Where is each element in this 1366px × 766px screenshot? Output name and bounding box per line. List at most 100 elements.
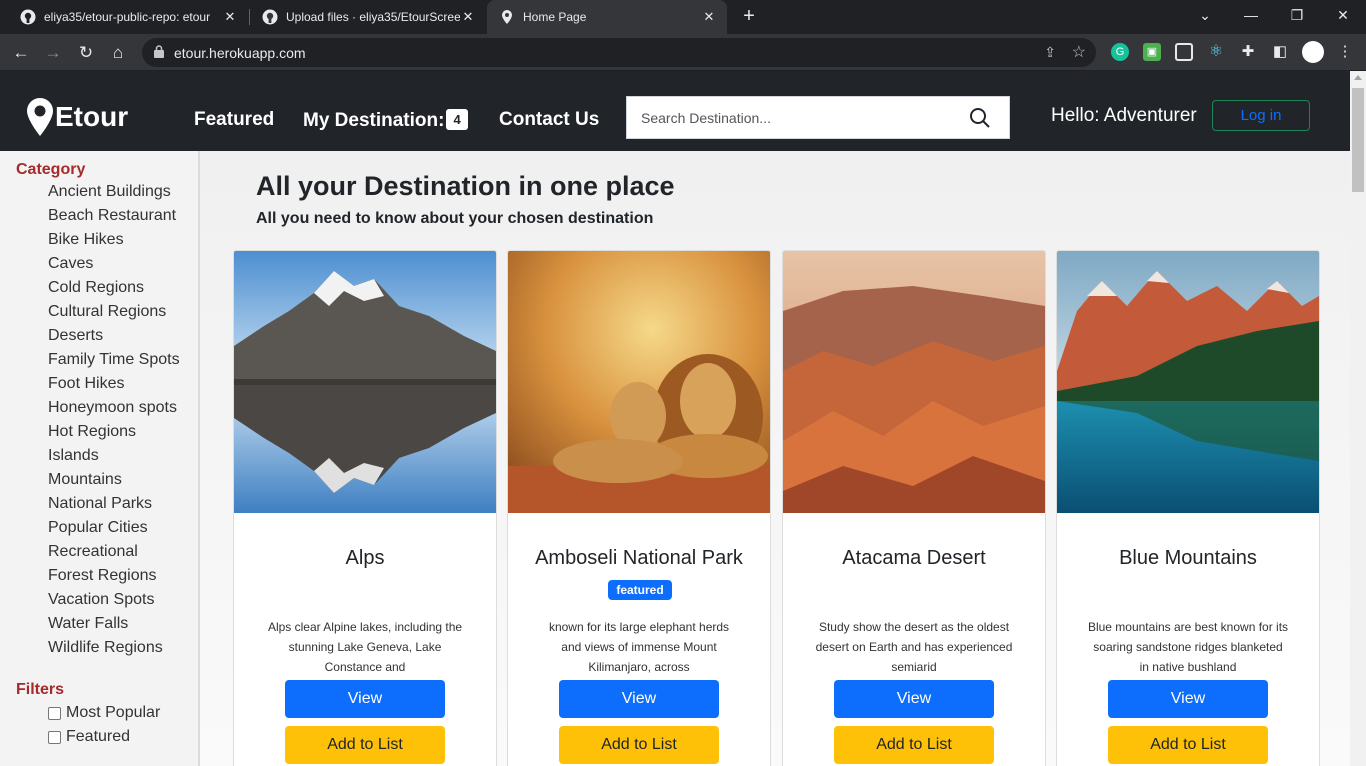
category-item[interactable]: Caves (48, 255, 93, 273)
view-button[interactable]: View (559, 680, 719, 718)
category-item[interactable]: Foot Hikes (48, 375, 124, 393)
site-logo[interactable]: Etour (26, 97, 128, 137)
logo-text: Etour (55, 101, 129, 132)
browser-tab-home-page[interactable]: Home Page ✕ (487, 0, 727, 34)
browser-tab-upload-files[interactable]: Upload files · eliya35/EtourScreen ✕ (250, 0, 486, 34)
category-heading: Category (16, 161, 86, 178)
back-icon[interactable]: ← (8, 40, 34, 66)
card-description: Study show the desert as the oldest dese… (815, 620, 1013, 674)
url-text: etour.herokuapp.com (174, 45, 306, 61)
bookmark-star-icon[interactable]: ☆ (1072, 42, 1086, 62)
location-pin-icon (27, 98, 53, 136)
card-description: known for its large elephant herds and v… (548, 620, 730, 674)
login-button[interactable]: Log in (1212, 100, 1310, 131)
forward-icon[interactable]: → (40, 40, 66, 66)
home-icon[interactable]: ⌂ (105, 40, 131, 66)
tab-title: Home Page (523, 10, 587, 24)
side-panel-icon[interactable]: ◧ (1271, 43, 1289, 61)
scrollbar-thumb[interactable] (1352, 88, 1364, 192)
category-item[interactable]: Mountains (48, 471, 122, 489)
category-item[interactable]: Recreational (48, 543, 138, 561)
blue-mountains-image[interactable] (1057, 251, 1319, 513)
filters-heading: Filters (16, 681, 65, 698)
greeting-text: Hello: Adventurer (1051, 105, 1197, 126)
nav-my-destination-link[interactable]: My Destination: 4 (303, 109, 468, 132)
tab-title: Upload files · eliya35/EtourScreen (286, 10, 460, 24)
address-bar[interactable]: etour.herokuapp.com ⇪ ☆ (142, 38, 1096, 67)
category-item[interactable]: Bike Hikes (48, 231, 124, 249)
card-description: Alps clear Alpine lakes, including the s… (267, 620, 463, 674)
category-item[interactable]: National Parks (48, 495, 152, 513)
destination-card: Atacama Desert Study show the desert as … (782, 250, 1046, 766)
search-input[interactable] (627, 97, 957, 138)
add-to-list-button[interactable]: Add to List (834, 726, 994, 764)
category-item[interactable]: Islands (48, 447, 99, 465)
close-tab-icon[interactable]: ✕ (701, 9, 717, 25)
category-item[interactable]: Water Falls (48, 615, 128, 633)
search-icon[interactable] (969, 107, 991, 129)
category-item[interactable]: Beach Restaurant (48, 207, 176, 225)
browser-toolbar: ← → ↻ ⌂ etour.herokuapp.com ⇪ ☆ G ▣ ⚛ ✚ … (0, 34, 1366, 71)
card-description: Blue mountains are best known for its so… (1087, 620, 1289, 674)
sidebar: Category Ancient Buildings Beach Restaur… (0, 151, 200, 766)
page-scrollbar[interactable] (1350, 71, 1366, 766)
tab-title: eliya35/etour-public-repo: etour (44, 10, 211, 24)
menu-kebab-icon[interactable]: ⋮ (1336, 43, 1354, 61)
filter-featured[interactable]: Featured (48, 728, 130, 746)
github-icon (20, 9, 36, 25)
card-title: Amboseli National Park (535, 547, 743, 569)
extension-icon[interactable]: ▣ (1143, 43, 1161, 61)
puzzle-extensions-icon[interactable]: ✚ (1239, 43, 1257, 61)
category-item[interactable]: Vacation Spots (48, 591, 154, 609)
category-item[interactable]: Cold Regions (48, 279, 144, 297)
alps-image[interactable] (234, 251, 496, 513)
close-tab-icon[interactable]: ✕ (460, 9, 476, 25)
reload-icon[interactable]: ↻ (73, 40, 99, 66)
page-viewport: Etour Featured My Destination: 4 Contact … (0, 71, 1350, 766)
scroll-up-arrow-icon[interactable] (1354, 75, 1362, 80)
close-tab-icon[interactable]: ✕ (222, 9, 238, 25)
atacama-desert-image[interactable] (783, 251, 1045, 513)
filter-most-popular[interactable]: Most Popular (48, 704, 160, 722)
share-icon[interactable]: ⇪ (1044, 44, 1056, 61)
category-item[interactable]: Deserts (48, 327, 103, 345)
category-item[interactable]: Honeymoon spots (48, 399, 177, 417)
amboseli-lions-image[interactable] (508, 251, 770, 513)
destination-count-badge: 4 (446, 109, 468, 130)
add-to-list-button[interactable]: Add to List (1108, 726, 1268, 764)
category-item[interactable]: Forest Regions (48, 567, 157, 585)
new-tab-icon[interactable]: + (738, 5, 760, 27)
main-content: All your Destination in one place All yo… (200, 151, 1350, 766)
location-pin-icon (502, 10, 512, 24)
destination-card: Blue Mountains Blue mountains are best k… (1056, 250, 1320, 766)
category-item[interactable]: Hot Regions (48, 423, 136, 441)
react-devtools-icon[interactable]: ⚛ (1207, 43, 1225, 61)
featured-badge: featured (608, 580, 672, 600)
qr-code-icon[interactable] (1175, 43, 1193, 61)
category-item[interactable]: Wildlife Regions (48, 639, 163, 657)
add-to-list-button[interactable]: Add to List (285, 726, 445, 764)
browser-tab-github-repo[interactable]: eliya35/etour-public-repo: etour ✕ (8, 0, 248, 34)
grammarly-icon[interactable]: G (1111, 43, 1129, 61)
nav-featured-link[interactable]: Featured (194, 109, 274, 131)
profile-avatar[interactable] (1302, 41, 1324, 63)
card-title: Atacama Desert (842, 547, 986, 569)
tab-search-icon[interactable]: ⌄ (1182, 0, 1228, 30)
add-to-list-button[interactable]: Add to List (559, 726, 719, 764)
category-item[interactable]: Ancient Buildings (48, 183, 171, 201)
checkbox[interactable] (48, 706, 61, 720)
category-item[interactable]: Popular Cities (48, 519, 148, 537)
category-item[interactable]: Cultural Regions (48, 303, 166, 321)
nav-contact-link[interactable]: Contact Us (499, 109, 599, 131)
checkbox[interactable] (48, 730, 61, 744)
filter-label: Featured (66, 728, 131, 745)
view-button[interactable]: View (285, 680, 445, 718)
minimize-icon[interactable]: — (1228, 0, 1274, 30)
close-window-icon[interactable]: ✕ (1320, 0, 1366, 30)
view-button[interactable]: View (834, 680, 994, 718)
card-title: Blue Mountains (1119, 547, 1257, 569)
category-item[interactable]: Family Time Spots (48, 351, 180, 369)
page-title: All your Destination in one place (256, 171, 675, 201)
restore-icon[interactable]: ❐ (1274, 0, 1320, 30)
view-button[interactable]: View (1108, 680, 1268, 718)
